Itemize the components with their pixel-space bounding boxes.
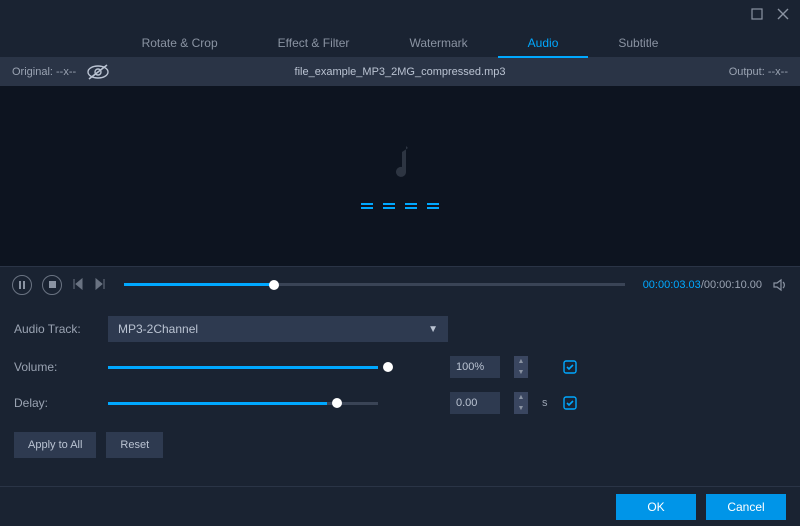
delay-slider[interactable] xyxy=(108,402,378,405)
time-display: 00:00:03.03/00:00:10.00 xyxy=(643,279,762,291)
delay-label: Delay: xyxy=(14,396,94,410)
footer: OK Cancel xyxy=(0,486,800,526)
volume-input[interactable]: 100% xyxy=(450,356,500,378)
delay-unit: s xyxy=(542,397,548,409)
prev-button[interactable] xyxy=(72,277,84,293)
reset-button[interactable]: Reset xyxy=(106,432,163,458)
next-button[interactable] xyxy=(94,277,106,293)
ok-button[interactable]: OK xyxy=(616,494,696,520)
delay-input[interactable]: 0.00 xyxy=(450,392,500,414)
tab-effect-filter[interactable]: Effect & Filter xyxy=(248,28,380,58)
delay-reset-icon[interactable] xyxy=(562,395,578,411)
output-label: Output: --x-- xyxy=(729,66,788,78)
audio-track-value: MP3-2Channel xyxy=(118,322,198,336)
pause-button[interactable] xyxy=(12,275,32,295)
tab-watermark[interactable]: Watermark xyxy=(379,28,497,58)
volume-icon[interactable] xyxy=(772,277,788,293)
progress-thumb[interactable] xyxy=(269,280,279,290)
stop-button[interactable] xyxy=(42,275,62,295)
progress-fill xyxy=(124,283,274,286)
progress-bar[interactable] xyxy=(124,283,625,286)
volume-spinner[interactable]: ▲▼ xyxy=(514,356,528,378)
audio-track-select[interactable]: MP3-2Channel ▼ xyxy=(108,316,448,342)
original-label: Original: --x-- xyxy=(12,66,76,78)
playback-controls: 00:00:03.03/00:00:10.00 xyxy=(0,266,800,302)
volume-label: Volume: xyxy=(14,360,94,374)
settings-panel: Audio Track: MP3-2Channel ▼ Volume: 100%… xyxy=(0,302,800,466)
volume-slider[interactable] xyxy=(108,366,378,369)
maximize-button[interactable] xyxy=(750,7,764,21)
close-button[interactable] xyxy=(776,7,790,21)
apply-all-button[interactable]: Apply to All xyxy=(14,432,96,458)
time-total: 00:00:10.00 xyxy=(704,279,762,291)
volume-thumb[interactable] xyxy=(383,362,393,372)
volume-reset-icon[interactable] xyxy=(562,359,578,375)
tab-audio[interactable]: Audio xyxy=(498,28,589,58)
chevron-down-icon: ▼ xyxy=(428,324,438,335)
audio-track-label: Audio Track: xyxy=(14,322,94,336)
tabs: Rotate & Crop Effect & Filter Watermark … xyxy=(0,28,800,58)
time-current: 00:00:03.03 xyxy=(643,279,701,291)
equalizer-icon xyxy=(361,203,439,211)
tab-subtitle[interactable]: Subtitle xyxy=(588,28,688,58)
music-note-icon xyxy=(386,142,414,185)
info-bar: Original: --x-- file_example_MP3_2MG_com… xyxy=(0,58,800,86)
visibility-off-icon[interactable] xyxy=(86,64,110,80)
filename-label: file_example_MP3_2MG_compressed.mp3 xyxy=(295,66,506,78)
delay-spinner[interactable]: ▲▼ xyxy=(514,392,528,414)
titlebar xyxy=(0,0,800,28)
preview-area xyxy=(0,86,800,266)
tab-rotate-crop[interactable]: Rotate & Crop xyxy=(112,28,248,58)
cancel-button[interactable]: Cancel xyxy=(706,494,786,520)
delay-thumb[interactable] xyxy=(332,398,342,408)
